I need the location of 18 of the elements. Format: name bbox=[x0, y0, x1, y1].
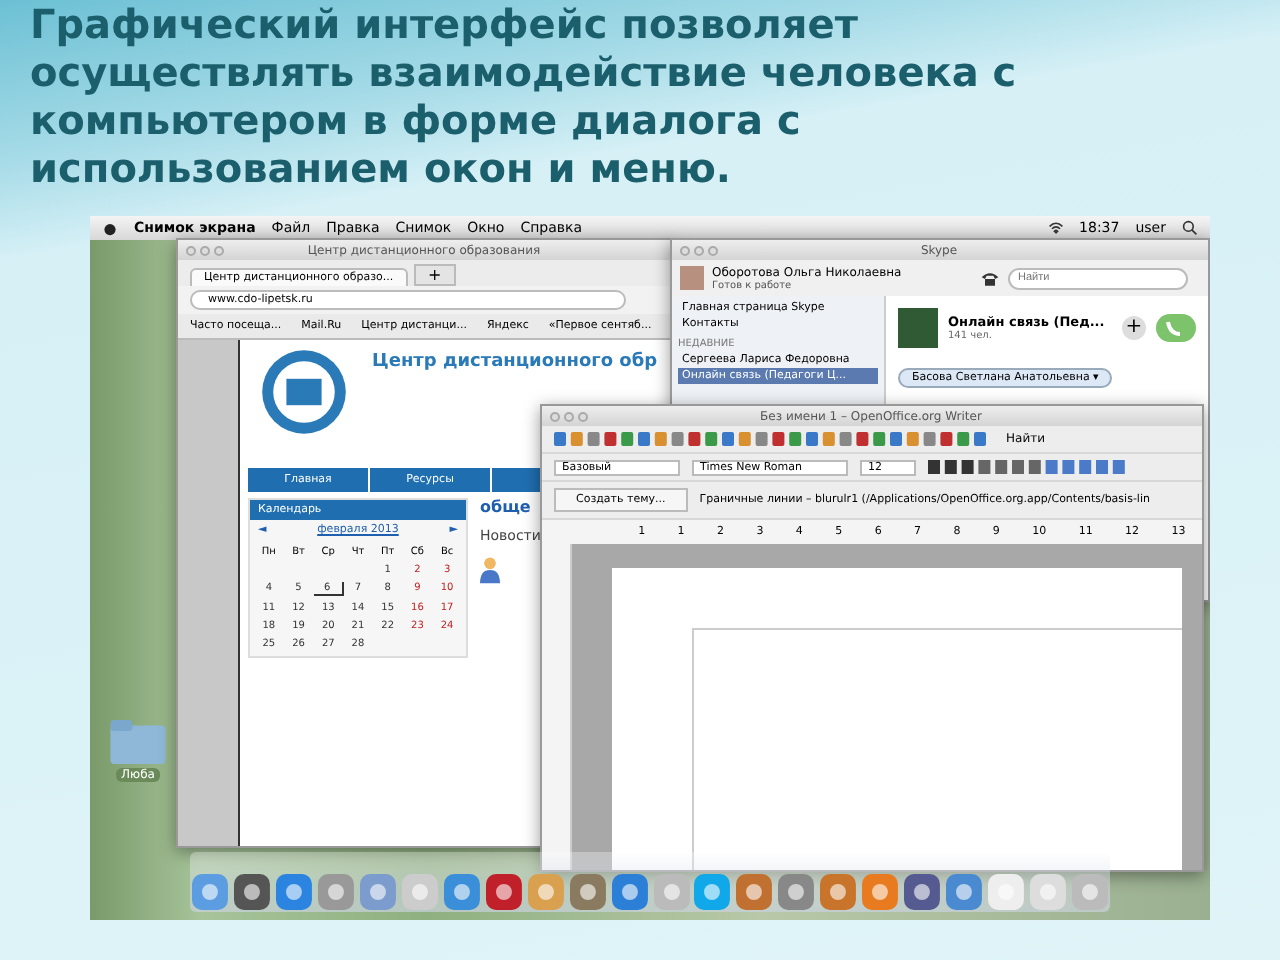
wifi-icon[interactable] bbox=[1047, 220, 1064, 236]
slide-text: Графический интерфейс позволяет осуществлять взаимодействие человека с компьютером в форме диалога с использованием окон и меню. bbox=[30, 0, 1019, 192]
new-tab-button[interactable]: + bbox=[414, 264, 456, 286]
window-buttons-icon[interactable] bbox=[680, 245, 718, 255]
photo-placeholder bbox=[898, 308, 938, 348]
window-buttons-icon[interactable] bbox=[186, 245, 224, 255]
phone-icon[interactable] bbox=[980, 269, 1000, 287]
call-button[interactable] bbox=[1156, 314, 1196, 342]
person-icon bbox=[480, 556, 500, 584]
logo-icon bbox=[260, 348, 348, 436]
folder-icon[interactable] bbox=[110, 720, 166, 764]
forum-link[interactable]: обще bbox=[480, 498, 541, 516]
site-title: Центр дистанционного обр bbox=[372, 352, 658, 372]
avatar-placeholder bbox=[680, 266, 704, 290]
search-icon[interactable] bbox=[1182, 220, 1198, 236]
window-buttons-icon[interactable] bbox=[550, 411, 588, 421]
add-button[interactable]: + bbox=[1122, 316, 1146, 340]
format-icons-drawing[interactable] bbox=[928, 459, 1128, 475]
